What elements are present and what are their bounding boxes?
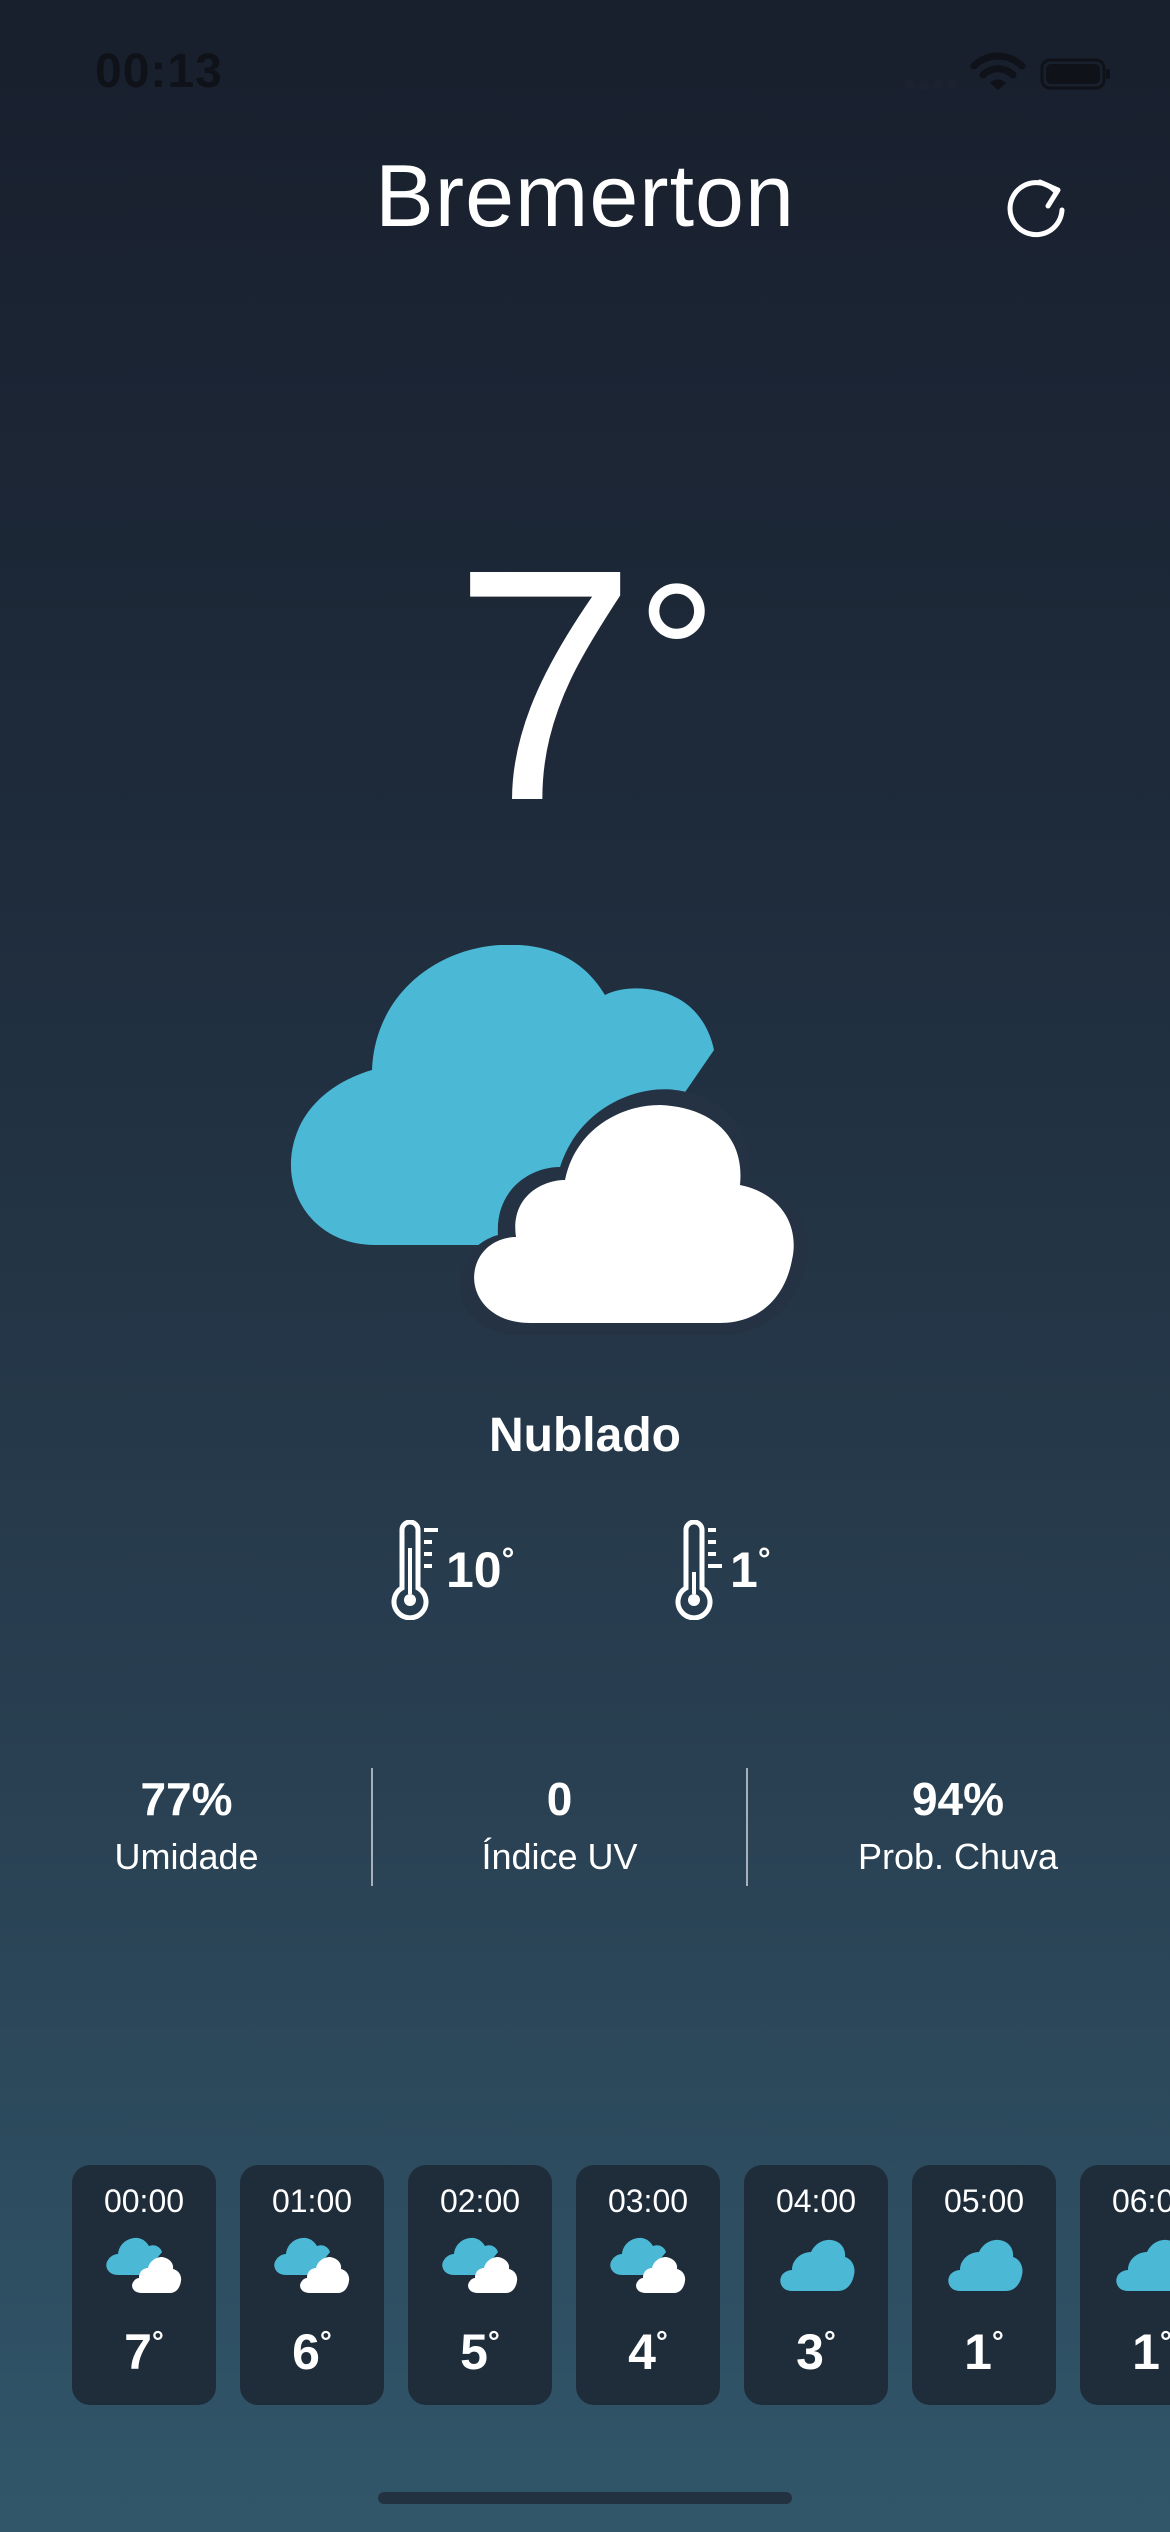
degree-symbol: °	[501, 1540, 515, 1577]
hour-time: 02:00	[439, 2183, 521, 2219]
hourly-card[interactable]: 01:00 6°	[240, 2165, 384, 2405]
degree-symbol: °	[151, 2325, 164, 2359]
degree-symbol: °	[757, 1540, 771, 1577]
hour-time: 06:00	[1111, 2183, 1170, 2219]
partly-cloudy-icon	[106, 2237, 182, 2293]
partly-cloudy-icon	[610, 2237, 686, 2293]
stat-humidity: 77% Umidade	[0, 1772, 373, 1878]
hour-temp: 1	[1132, 2324, 1160, 2380]
hourly-card[interactable]: 03:00 4°	[576, 2165, 720, 2405]
stat-value: 77%	[140, 1773, 233, 1825]
degree-symbol: °	[655, 2325, 668, 2359]
degree-symbol: °	[487, 2325, 500, 2359]
hour-temp: 3	[796, 2324, 824, 2380]
hour-time: 03:00	[607, 2183, 689, 2219]
current-temperature-value: 7	[453, 500, 637, 869]
degree-symbol: °	[823, 2325, 836, 2359]
cloud-icon	[948, 2239, 1023, 2291]
hourly-card[interactable]: 05:00 1°	[912, 2165, 1056, 2405]
partly-cloudy-icon	[442, 2237, 518, 2293]
hour-temp: 4	[628, 2324, 656, 2380]
high-temperature-value: 10	[446, 1542, 502, 1599]
home-indicator[interactable]	[378, 2492, 792, 2504]
low-temperature: 1°	[672, 1520, 771, 1620]
partly-cloudy-icon	[274, 2237, 350, 2293]
hour-time: 05:00	[943, 2183, 1025, 2219]
hour-temp: 1	[964, 2324, 992, 2380]
degree-symbol: °	[1159, 2325, 1170, 2359]
stat-label: Índice UV	[481, 1836, 638, 1877]
partly-cloudy-icon	[290, 945, 808, 1335]
stat-label: Prob. Chuva	[857, 1836, 1059, 1877]
hourly-card[interactable]: 00:00 7°	[72, 2165, 216, 2405]
battery-icon	[1040, 58, 1110, 90]
refresh-icon[interactable]	[1000, 168, 1076, 244]
condition-label: Nublado	[489, 1409, 681, 1462]
stat-uv-index: 0 Índice UV	[373, 1772, 746, 1878]
hourly-forecast-list[interactable]: 00:00 7° 01:00 6° 02:00 5° 03:00 4° 04:0…	[72, 2165, 1170, 2405]
stat-value: 94%	[911, 1773, 1005, 1825]
hourly-card[interactable]: 02:00 5°	[408, 2165, 552, 2405]
low-temperature-value: 1	[730, 1542, 758, 1599]
hourly-card[interactable]: 06:00 1°	[1080, 2165, 1170, 2405]
hour-temp: 6	[292, 2324, 320, 2380]
status-bar-time: 00:13	[95, 45, 223, 98]
degree-symbol: °	[319, 2325, 332, 2359]
degree-symbol: °	[991, 2325, 1004, 2359]
hourly-card[interactable]: 04:00 3°	[744, 2165, 888, 2405]
hour-temp: 7	[124, 2324, 152, 2380]
hour-temp: 5	[460, 2324, 488, 2380]
wifi-icon	[970, 52, 1026, 90]
thermometer-high-icon	[391, 1520, 438, 1620]
current-temperature: 7°	[0, 520, 1170, 850]
stat-label: Umidade	[114, 1836, 259, 1877]
hour-time: 04:00	[775, 2183, 857, 2219]
city-title: Bremerton	[375, 146, 795, 245]
hour-time: 01:00	[271, 2183, 353, 2219]
cloud-icon	[780, 2239, 855, 2291]
stat-value: 0	[546, 1773, 573, 1825]
high-temperature: 10°	[388, 1520, 514, 1620]
degree-symbol: °	[636, 543, 717, 766]
hour-time: 00:00	[103, 2183, 185, 2219]
cloud-icon	[1116, 2239, 1170, 2291]
thermometer-low-icon	[675, 1520, 722, 1620]
cellular-signal-icon	[905, 80, 957, 90]
divider	[746, 1768, 748, 1886]
stat-rain-probability: 94% Prob. Chuva	[770, 1772, 1146, 1878]
